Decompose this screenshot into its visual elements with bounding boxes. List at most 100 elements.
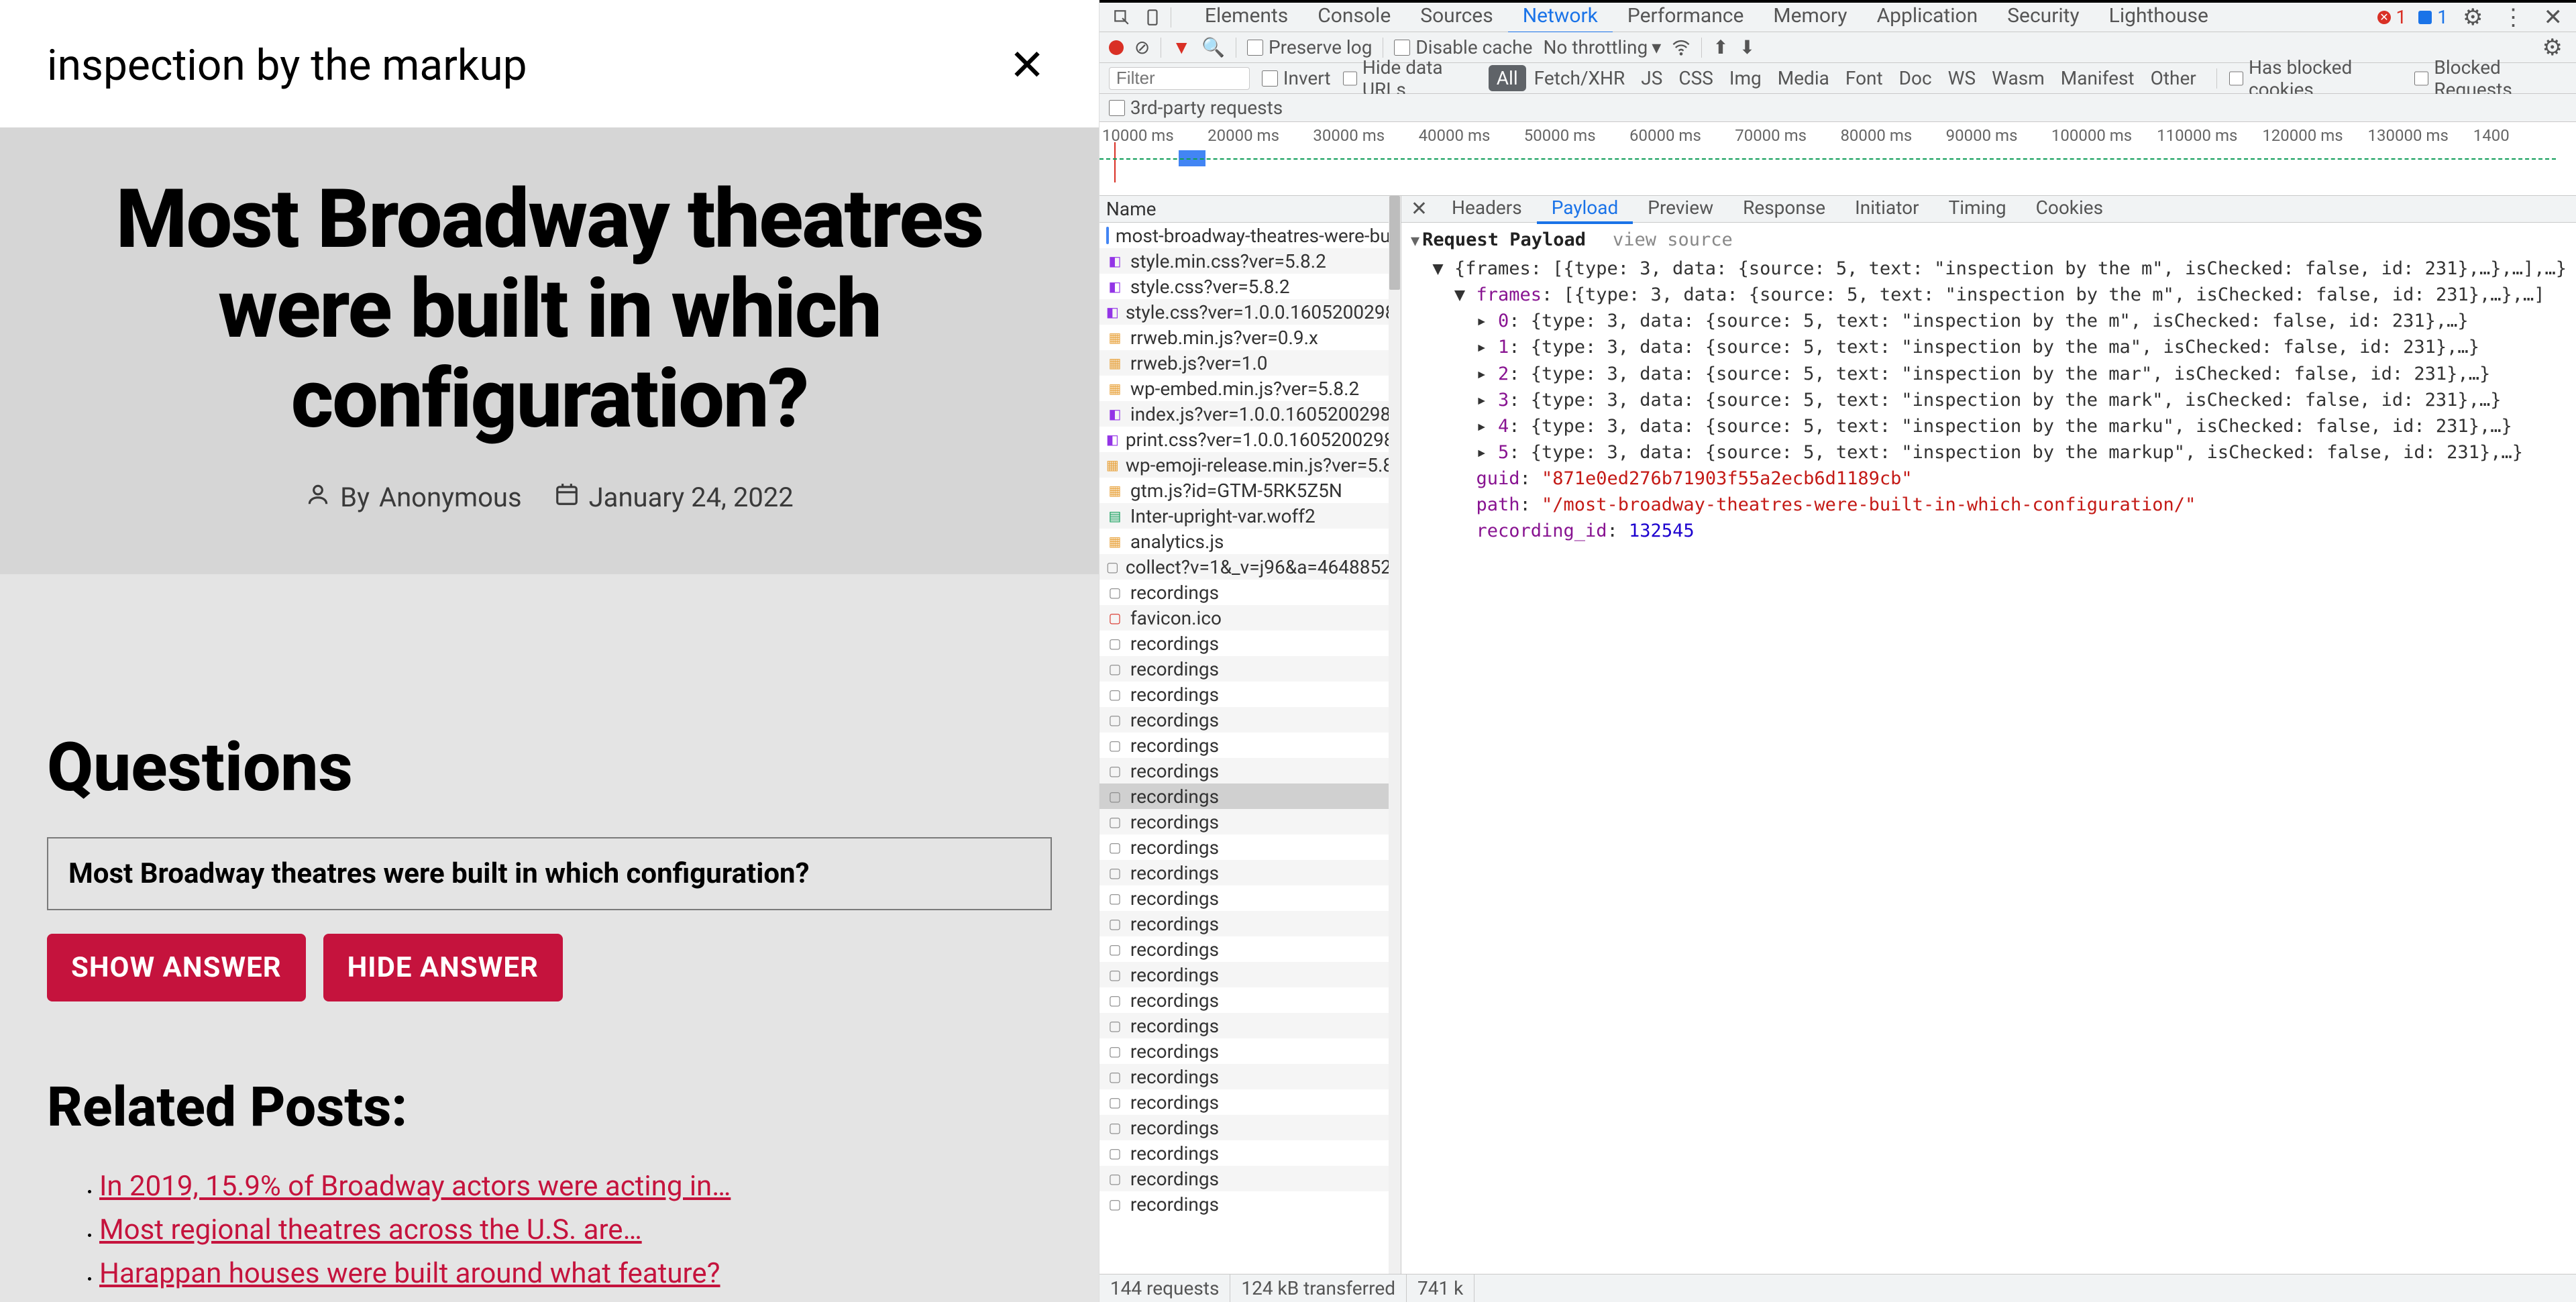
request-row[interactable]: ▢recordings: [1099, 1166, 1401, 1191]
detail-tab-initiator[interactable]: Initiator: [1840, 196, 1933, 224]
devtools-tab-lighthouse[interactable]: Lighthouse: [2094, 0, 2223, 34]
type-filter-doc[interactable]: Doc: [1891, 65, 1940, 91]
devtools-close-icon[interactable]: ✕: [2540, 4, 2567, 31]
disable-cache-checkbox[interactable]: Disable cache: [1394, 36, 1532, 58]
devtools-tab-security[interactable]: Security: [1992, 0, 2094, 34]
filter-icon[interactable]: ▼: [1172, 36, 1191, 58]
scrollbar-thumb[interactable]: [1389, 196, 1400, 290]
name-column-header[interactable]: Name: [1099, 196, 1401, 223]
payload-frame-item[interactable]: ▸ 0: {type: 3, data: {source: 5, text: "…: [1411, 308, 2567, 334]
payload-frame-item[interactable]: ▸ 5: {type: 3, data: {source: 5, text: "…: [1411, 439, 2567, 466]
request-row[interactable]: ▦gtm.js?id=GTM-5RK5Z5N: [1099, 478, 1401, 503]
error-badge[interactable]: ✕ 1: [2376, 6, 2407, 28]
search-icon[interactable]: 🔍: [1201, 36, 1225, 58]
type-filter-ws[interactable]: WS: [1940, 65, 1984, 91]
type-filter-font[interactable]: Font: [1837, 65, 1891, 91]
related-link-1[interactable]: Most regional theatres across the U.S. a…: [99, 1213, 642, 1246]
request-row[interactable]: ▢recordings: [1099, 936, 1401, 962]
payload-frame-item[interactable]: ▸ 1: {type: 3, data: {source: 5, text: "…: [1411, 334, 2567, 360]
gear-icon[interactable]: ⚙: [2459, 4, 2487, 31]
kebab-icon[interactable]: ⋮: [2498, 4, 2529, 31]
request-row[interactable]: ▢recordings: [1099, 758, 1401, 783]
request-row[interactable]: ◧style.min.css?ver=5.8.2: [1099, 248, 1401, 274]
third-party-checkbox[interactable]: 3rd-party requests: [1109, 97, 1283, 119]
download-icon[interactable]: ⬇: [1739, 36, 1755, 58]
request-row[interactable]: ▢recordings: [1099, 1013, 1401, 1038]
hide-answer-button[interactable]: HIDE ANSWER: [323, 934, 563, 1001]
detail-close-icon[interactable]: ✕: [1401, 197, 1437, 221]
devtools-tab-performance[interactable]: Performance: [1613, 0, 1759, 34]
detail-tab-payload[interactable]: Payload: [1537, 196, 1633, 224]
request-row[interactable]: ▦rrweb.min.js?ver=0.9.x: [1099, 325, 1401, 350]
request-row[interactable]: ▢recordings: [1099, 1115, 1401, 1140]
request-row[interactable]: ▦wp-embed.min.js?ver=5.8.2: [1099, 376, 1401, 401]
devtools-tab-memory[interactable]: Memory: [1758, 0, 1862, 34]
payload-line[interactable]: ▼ {frames: [{type: 3, data: {source: 5, …: [1411, 256, 2567, 282]
record-button[interactable]: [1109, 40, 1124, 55]
request-row[interactable]: ▢recordings: [1099, 911, 1401, 936]
request-row[interactable]: ▢recordings: [1099, 656, 1401, 682]
type-filter-fetch-xhr[interactable]: Fetch/XHR: [1526, 65, 1633, 91]
caret-down-icon[interactable]: ▼: [1411, 233, 1419, 250]
request-row[interactable]: ▢recordings: [1099, 962, 1401, 987]
request-row[interactable]: ▢collect?v=1&_v=j96&a=464885235&t=...: [1099, 554, 1401, 580]
request-row[interactable]: ▢recordings: [1099, 707, 1401, 733]
devtools-tab-sources[interactable]: Sources: [1405, 0, 1507, 34]
devtools-tab-application[interactable]: Application: [1862, 0, 1993, 34]
payload-frame-item[interactable]: ▸ 3: {type: 3, data: {source: 5, text: "…: [1411, 387, 2567, 413]
type-filter-manifest[interactable]: Manifest: [2053, 65, 2143, 91]
request-row[interactable]: ◧index.js?ver=1.0.0.1605200298: [1099, 401, 1401, 427]
request-row[interactable]: ▢favicon.ico: [1099, 605, 1401, 631]
filter-input[interactable]: [1109, 67, 1250, 90]
type-filter-img[interactable]: Img: [1721, 65, 1770, 91]
related-link-0[interactable]: In 2019, 15.9% of Broadway actors were a…: [99, 1170, 731, 1203]
request-row[interactable]: ◧print.css?ver=1.0.0.1605200298: [1099, 427, 1401, 452]
request-row[interactable]: ▢recordings: [1099, 885, 1401, 911]
request-row[interactable]: ▤Inter-upright-var.woff2: [1099, 503, 1401, 529]
request-row[interactable]: ▢recordings: [1099, 1191, 1401, 1217]
detail-tab-headers[interactable]: Headers: [1437, 196, 1537, 224]
close-button[interactable]: ✕: [1002, 40, 1052, 91]
payload-line[interactable]: ▼ frames: [{type: 3, data: {source: 5, t…: [1411, 282, 2567, 308]
type-filter-wasm[interactable]: Wasm: [1984, 65, 2053, 91]
device-icon[interactable]: [1140, 5, 1165, 30]
devtools-tab-console[interactable]: Console: [1303, 0, 1405, 34]
request-row[interactable]: most-broadway-theatres-were-built-in..: [1099, 223, 1401, 248]
payload-frame-item[interactable]: ▸ 2: {type: 3, data: {source: 5, text: "…: [1411, 361, 2567, 387]
invert-checkbox[interactable]: Invert: [1262, 67, 1331, 89]
request-row[interactable]: ▢recordings: [1099, 682, 1401, 707]
request-row[interactable]: ▦analytics.js: [1099, 529, 1401, 554]
request-row[interactable]: ◧style.css?ver=1.0.0.1605200298: [1099, 299, 1401, 325]
related-link-2[interactable]: Harappan houses were built around what f…: [99, 1257, 720, 1290]
request-row[interactable]: ▢recordings: [1099, 1089, 1401, 1115]
upload-icon[interactable]: ⬆: [1713, 36, 1728, 58]
type-filter-other[interactable]: Other: [2143, 65, 2204, 91]
detail-tab-timing[interactable]: Timing: [1934, 196, 2021, 224]
detail-tab-response[interactable]: Response: [1728, 196, 1840, 224]
request-row[interactable]: ▢recordings: [1099, 631, 1401, 656]
request-row[interactable]: ▢recordings: [1099, 860, 1401, 885]
scrollbar[interactable]: [1389, 196, 1401, 1274]
request-row[interactable]: ◧style.css?ver=5.8.2: [1099, 274, 1401, 299]
payload-frame-item[interactable]: ▸ 4: {type: 3, data: {source: 5, text: "…: [1411, 413, 2567, 439]
preserve-log-checkbox[interactable]: Preserve log: [1247, 36, 1372, 58]
inspect-icon[interactable]: [1109, 5, 1134, 30]
show-answer-button[interactable]: SHOW ANSWER: [47, 934, 306, 1001]
request-row[interactable]: ▢recordings: [1099, 580, 1401, 605]
request-row[interactable]: ▢recordings: [1099, 1064, 1401, 1089]
clear-icon[interactable]: ⊘: [1134, 36, 1150, 58]
request-row[interactable]: ▢recordings: [1099, 733, 1401, 758]
request-row[interactable]: ▢recordings: [1099, 1140, 1401, 1166]
view-source-link[interactable]: view source: [1613, 229, 1733, 250]
type-filter-css[interactable]: CSS: [1670, 65, 1721, 91]
request-row[interactable]: ▢recordings: [1099, 1038, 1401, 1064]
request-row[interactable]: ▦rrweb.js?ver=1.0: [1099, 350, 1401, 376]
throttling-select[interactable]: No throttling ▾: [1543, 36, 1661, 58]
request-row[interactable]: ▢recordings: [1099, 834, 1401, 860]
type-filter-media[interactable]: Media: [1770, 65, 1837, 91]
wifi-icon[interactable]: [1672, 38, 1690, 57]
request-row[interactable]: ▢recordings: [1099, 783, 1401, 809]
request-row[interactable]: ▢recordings: [1099, 809, 1401, 834]
info-badge[interactable]: 1: [2417, 6, 2448, 28]
type-filter-js[interactable]: JS: [1633, 65, 1670, 91]
